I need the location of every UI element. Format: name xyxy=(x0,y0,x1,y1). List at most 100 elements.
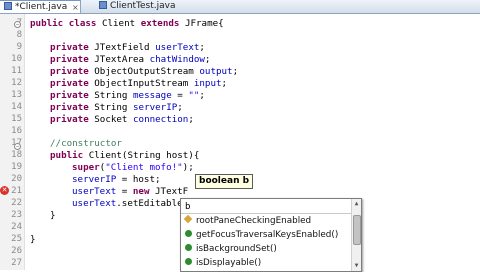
line-number: 12 xyxy=(11,78,22,88)
code-line-current[interactable]: userText.setEditable( xyxy=(72,198,188,209)
autocomplete-item-label: isBackgroundSet() xyxy=(196,244,277,254)
line-number: 18 xyxy=(11,150,22,160)
method-icon xyxy=(185,230,192,237)
code-line: userText = new JTextF xyxy=(72,186,188,197)
code-text: String xyxy=(88,102,133,113)
code-text: = xyxy=(171,90,189,101)
code-text: String xyxy=(88,90,133,101)
scroll-thumb[interactable] xyxy=(353,215,361,245)
code-text: ; xyxy=(221,78,228,89)
keyword: new xyxy=(132,186,150,197)
line-number: 25 xyxy=(11,234,22,244)
tab-label: ClientTest.java xyxy=(110,1,176,11)
close-tab-icon[interactable]: × xyxy=(72,1,79,14)
autocomplete-item-label: isDisplayable() xyxy=(196,258,262,268)
string-literal: "Client mofo!" xyxy=(105,162,183,173)
code-text: JTextField xyxy=(88,42,156,53)
scroll-down-icon[interactable]: ▼ xyxy=(353,262,360,269)
line-number: 9 xyxy=(16,42,22,52)
keyword: extends xyxy=(140,18,180,29)
code-line: private ObjectInputStream input; xyxy=(50,78,227,89)
field-name: input xyxy=(193,78,222,89)
divider xyxy=(181,213,351,214)
keyword: private xyxy=(50,54,89,65)
code-text: ; xyxy=(188,114,194,125)
fold-toggle-icon[interactable]: − xyxy=(14,21,21,28)
autocomplete-scrollbar[interactable]: ▲ ▼ xyxy=(351,199,361,271)
line-number: 8 xyxy=(16,30,22,40)
keyword: super xyxy=(72,162,100,173)
field-name: message xyxy=(133,90,172,101)
field-diamond-icon xyxy=(183,214,193,224)
field-name: userText xyxy=(72,186,117,197)
code-line: super("Client mofo!"); xyxy=(72,162,194,173)
string-literal: "" xyxy=(188,90,200,101)
autocomplete-filter-text: b xyxy=(185,202,191,212)
code-line: private JTextArea chatWindow; xyxy=(50,54,210,65)
code-text: .setEditable( xyxy=(116,198,189,209)
code-text: ; xyxy=(199,42,205,53)
code-text: ; xyxy=(199,90,205,101)
line-number: 19 xyxy=(11,162,22,172)
line-number: 13 xyxy=(11,90,22,100)
line-number: 26 xyxy=(11,246,22,256)
line-number: 10 xyxy=(11,54,22,64)
field-name: connection xyxy=(133,114,189,125)
keyword: private xyxy=(50,42,89,53)
code-text: ObjectInputStream xyxy=(88,78,194,89)
java-file-icon xyxy=(99,1,107,9)
code-text: JFrame{ xyxy=(179,18,224,29)
code-line: private String message = ""; xyxy=(50,90,205,101)
keyword: private xyxy=(50,114,89,125)
code-text: ObjectOutputStream xyxy=(88,66,200,77)
autocomplete-popup[interactable]: b rootPaneCheckingEnabled getFocusTraver… xyxy=(180,198,362,272)
tab-client-java[interactable]: *Client.java × xyxy=(0,0,81,13)
line-number: 16 xyxy=(11,126,22,136)
field-name: serverIP xyxy=(133,102,178,113)
code-text: ; xyxy=(177,102,183,113)
field-name: userText xyxy=(72,198,117,209)
method-icon xyxy=(185,244,192,251)
code-text: = host; xyxy=(116,174,161,185)
line-number: 27 xyxy=(11,258,22,268)
code-text: JTextF xyxy=(149,186,189,197)
autocomplete-item-label: rootPaneCheckingEnabled xyxy=(196,216,312,226)
line-number-gutter: 7 8 9 10 11 12 13 14 15 16 17 18 19 20 2… xyxy=(0,14,25,270)
tab-clienttest-java[interactable]: ClientTest.java xyxy=(95,0,185,13)
keyword: private xyxy=(50,66,89,77)
line-number: 15 xyxy=(11,114,22,124)
parameter-hint-tooltip: boolean b xyxy=(195,174,254,189)
code-text: ; xyxy=(232,66,239,77)
line-number: 22 xyxy=(11,198,22,208)
field-name: output xyxy=(199,66,233,77)
scroll-up-icon[interactable]: ▲ xyxy=(353,200,360,207)
keyword: class xyxy=(68,18,97,29)
code-line: } xyxy=(50,210,56,221)
code-text: Client xyxy=(96,18,141,29)
field-name: serverIP xyxy=(72,174,117,185)
line-number: 23 xyxy=(11,210,22,220)
line-number: 20 xyxy=(11,174,22,184)
code-text: JTextArea xyxy=(88,54,150,65)
code-line: serverIP = host; xyxy=(72,174,161,185)
line-number: 14 xyxy=(11,102,22,112)
code-text: ; xyxy=(204,54,211,65)
error-marker-icon[interactable]: ✕ xyxy=(0,186,9,195)
code-text: Client(String host){ xyxy=(83,150,200,161)
code-text: = xyxy=(116,186,133,197)
autocomplete-item[interactable]: rootPaneCheckingEnabled xyxy=(183,214,312,228)
code-line: private String serverIP; xyxy=(50,102,183,113)
field-name: chatWindow xyxy=(149,54,205,65)
autocomplete-item[interactable]: isBackgroundSet() xyxy=(185,243,277,256)
keyword: private xyxy=(50,78,89,89)
keyword: private xyxy=(50,90,89,101)
autocomplete-item[interactable]: isDisplayable() xyxy=(185,257,261,270)
code-line: private JTextField userText; xyxy=(50,42,205,53)
line-number: 24 xyxy=(11,222,22,232)
tab-label: *Client.java xyxy=(15,2,68,12)
autocomplete-item[interactable]: getFocusTraversalKeysEnabled() xyxy=(185,229,338,242)
autocomplete-item-label: getFocusTraversalKeysEnabled() xyxy=(196,230,339,240)
code-text: ); xyxy=(182,162,194,173)
code-line: public Client(String host){ xyxy=(50,150,199,161)
fold-toggle-icon[interactable]: − xyxy=(14,143,21,150)
